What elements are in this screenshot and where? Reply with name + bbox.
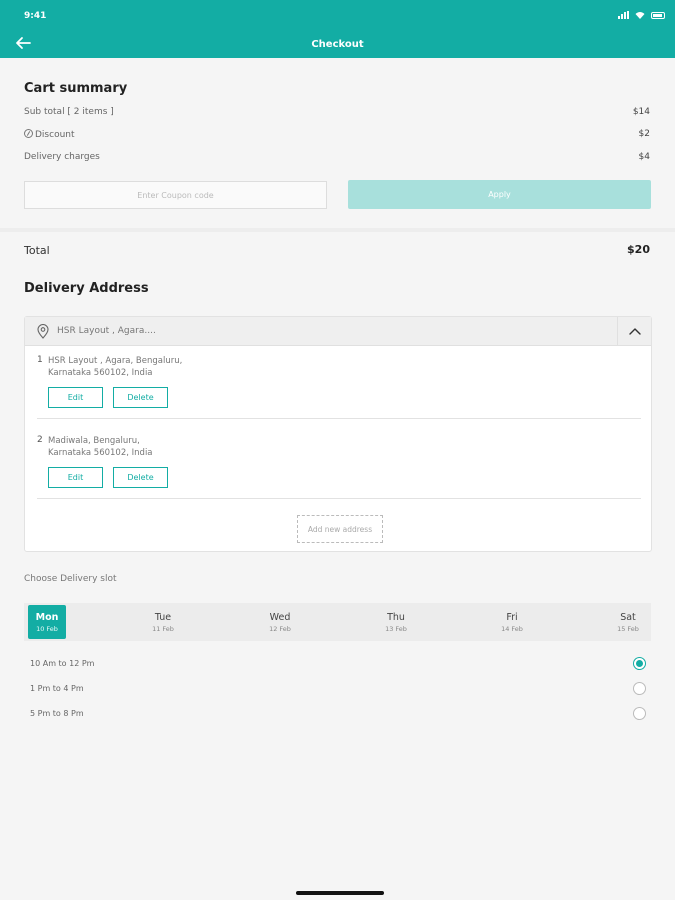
section-divider [0,228,675,232]
radio-button[interactable] [633,682,646,695]
time-slot-option[interactable]: 1 Pm to 4 Pm [30,681,646,699]
day-date: 14 Feb [501,625,523,633]
apply-button[interactable]: Apply [348,180,651,209]
radio-button[interactable] [633,707,646,720]
app-header: 9:41 Checkout [0,0,675,58]
edit-address-button[interactable]: Edit [48,387,103,408]
location-pin-icon [37,324,49,339]
total-value: $20 [627,243,650,256]
address-item: 2 Madiwala, Bengaluru, Karnataka 560102,… [37,435,641,505]
delivery-address-title: Delivery Address [24,281,149,296]
address-number: 2 [37,435,43,445]
day-tab-sat[interactable]: Sat 15 Feb [609,605,647,639]
time-slot-label: 5 Pm to 8 Pm [30,709,84,718]
subtotal-label: Sub total [ 2 items ] [24,107,114,117]
day-date: 11 Feb [152,625,174,633]
day-name: Wed [269,612,291,623]
day-tab-tue[interactable]: Tue 11 Feb [144,605,182,639]
home-indicator [296,891,384,895]
battery-icon [651,11,665,19]
day-date: 10 Feb [36,625,58,633]
wifi-icon [635,12,645,19]
day-date: 13 Feb [385,625,407,633]
delivery-charges-label: Delivery charges [24,152,100,162]
discount-row: Discount [24,129,75,140]
collapse-button[interactable] [617,317,651,346]
day-date: 15 Feb [617,625,639,633]
edit-address-button[interactable]: Edit [48,467,103,488]
status-time: 9:41 [24,11,47,21]
status-icons [618,11,665,19]
day-name: Tue [154,612,172,623]
day-date: 12 Feb [269,625,291,633]
delivery-slot-heading: Choose Delivery slot [24,574,117,584]
day-name: Sat [620,612,636,623]
day-name: Thu [387,612,405,623]
cart-summary-title: Cart summary [24,81,128,96]
address-card: HSR Layout , Agara.... 1 HSR Layout , Ag… [24,316,652,552]
address-divider [37,418,641,419]
address-text: Madiwala, Bengaluru, Karnataka 560102, I… [48,436,153,458]
add-address-button[interactable]: Add new address [297,515,383,543]
subtotal-value: $14 [632,107,650,117]
day-selector: Mon 10 Feb Tue 11 Feb Wed 12 Feb Thu 13 … [24,603,651,641]
delete-address-button[interactable]: Delete [113,467,168,488]
day-name: Fri [506,612,518,623]
radio-button[interactable] [633,657,646,670]
total-label: Total [24,244,50,257]
delete-address-button[interactable]: Delete [113,387,168,408]
selected-address: HSR Layout , Agara.... [57,326,156,336]
discount-icon [24,129,33,138]
address-number: 1 [37,355,43,365]
discount-value: $2 [638,129,650,139]
day-tab-wed[interactable]: Wed 12 Feb [261,605,299,639]
delivery-charges-value: $4 [638,152,650,162]
coupon-input[interactable] [24,181,327,209]
address-item: 1 HSR Layout , Agara, Bengaluru, Karnata… [37,355,641,425]
address-divider [37,498,641,499]
day-tab-mon[interactable]: Mon 10 Feb [28,605,66,639]
day-tab-fri[interactable]: Fri 14 Feb [493,605,531,639]
address-dropdown[interactable]: HSR Layout , Agara.... [25,317,651,346]
time-slot-option[interactable]: 10 Am to 12 Pm [30,656,646,674]
day-name: Mon [35,612,59,623]
time-slot-label: 10 Am to 12 Pm [30,659,95,668]
day-tab-thu[interactable]: Thu 13 Feb [377,605,415,639]
time-slot-label: 1 Pm to 4 Pm [30,684,84,693]
page-title: Checkout [311,39,364,50]
signal-icon [618,11,629,19]
discount-label: Discount [35,130,75,140]
chevron-up-icon [629,328,641,335]
time-slot-option[interactable]: 5 Pm to 8 Pm [30,706,646,724]
address-text: HSR Layout , Agara, Bengaluru, Karnataka… [48,356,183,378]
